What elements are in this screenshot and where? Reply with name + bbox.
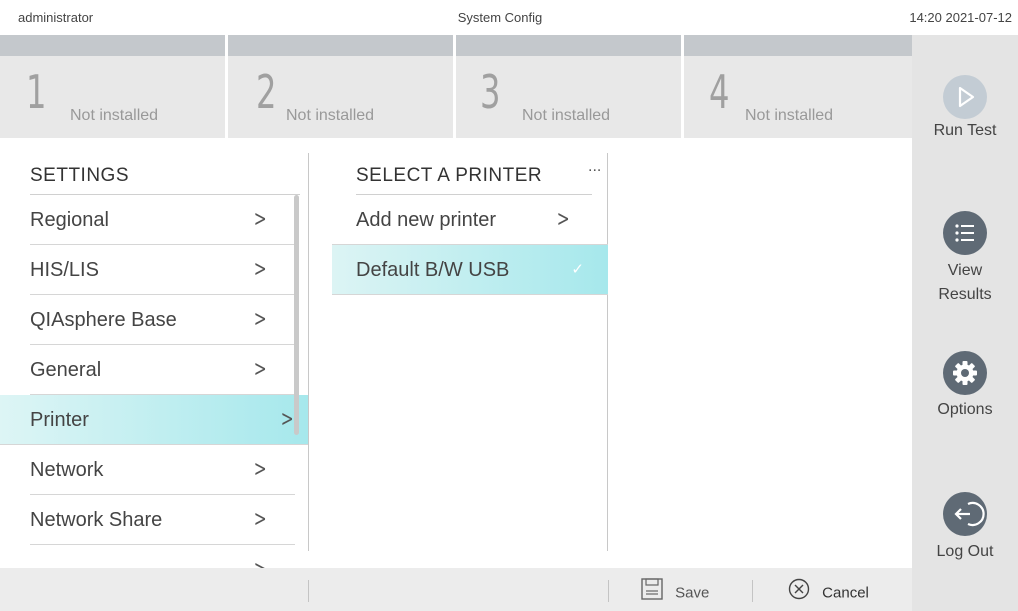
module-number: 3 xyxy=(480,65,501,119)
chevron-right-icon: > xyxy=(253,545,266,568)
settings-item-his-lis[interactable]: HIS/LIS > xyxy=(30,245,295,295)
settings-heading: SETTINGS xyxy=(30,151,300,195)
module-tab-4[interactable]: 4 Not installed xyxy=(684,35,912,138)
options-label: Options xyxy=(937,401,993,418)
check-icon: ✓ xyxy=(571,261,584,278)
logout-icon xyxy=(943,492,987,536)
module-number: 4 xyxy=(709,65,730,119)
cancel-icon xyxy=(788,578,810,609)
chevron-right-icon: > xyxy=(253,357,267,382)
chevron-right-icon: > xyxy=(253,207,267,232)
settings-item-regional[interactable]: Regional > xyxy=(30,195,295,245)
window-title: System Config xyxy=(457,10,543,25)
settings-item-general[interactable]: General > xyxy=(30,345,295,395)
module-number: 1 xyxy=(26,65,47,119)
module-status: Not installed xyxy=(70,107,159,124)
gear-icon xyxy=(943,351,987,395)
module-tab-2[interactable]: 2 Not installed xyxy=(228,35,456,138)
module-status: Not installed xyxy=(745,107,834,124)
chevron-right-icon: > xyxy=(280,407,294,432)
more-options-icon[interactable]: ... xyxy=(588,158,601,176)
module-tab-1[interactable]: 1 Not installed xyxy=(0,35,228,138)
printer-heading: SELECT A PRINTER xyxy=(356,151,592,195)
column-divider xyxy=(308,153,309,551)
settings-item-label: Network xyxy=(30,459,104,481)
module-status-strip xyxy=(228,35,453,56)
action-bar: Save Cancel xyxy=(0,568,912,611)
settings-item-partial[interactable]: > xyxy=(30,545,295,568)
chevron-right-icon: > xyxy=(253,307,267,332)
footer-divider xyxy=(608,580,609,602)
settings-item-label: QIAsphere Base xyxy=(30,309,177,331)
cancel-label: Cancel xyxy=(822,584,869,602)
printer-item-label: Default B/W USB xyxy=(356,259,510,281)
module-status-strip xyxy=(0,35,225,56)
settings-item-network[interactable]: Network > xyxy=(30,445,295,495)
printer-item-label: Add new printer xyxy=(356,209,497,231)
module-status-strip xyxy=(684,35,912,56)
chevron-right-icon: > xyxy=(253,257,267,282)
view-results-button[interactable]: View Results xyxy=(912,211,1018,307)
log-out-button[interactable]: Log Out xyxy=(912,492,1018,564)
settings-scrollbar[interactable] xyxy=(294,195,299,435)
save-icon xyxy=(641,578,663,609)
settings-item-network-share[interactable]: Network Share > xyxy=(30,495,295,545)
main-sidebar: Run Test View Results Options Log Out xyxy=(912,35,1018,611)
list-icon xyxy=(943,211,987,255)
footer-divider xyxy=(752,580,753,602)
options-button[interactable]: Options xyxy=(912,351,1018,422)
settings-item-label: General xyxy=(30,359,102,381)
play-icon xyxy=(943,75,987,119)
run-test-label: Run Test xyxy=(933,122,997,139)
module-status: Not installed xyxy=(522,107,611,124)
settings-item-label: HIS/LIS xyxy=(30,259,99,281)
view-results-label-2: Results xyxy=(938,286,992,303)
module-number: 2 xyxy=(256,65,277,119)
printer-panel: SELECT A PRINTER ... Add new printer > D… xyxy=(310,138,608,558)
log-out-label: Log Out xyxy=(936,543,994,560)
save-button[interactable]: Save xyxy=(641,578,709,604)
settings-item-qiasphere-base[interactable]: QIAsphere Base > xyxy=(30,295,295,345)
chevron-right-icon: > xyxy=(253,507,267,532)
module-bar: 1 Not installed 2 Not installed 3 Not in… xyxy=(0,35,912,138)
printer-item-default-bw-usb[interactable]: Default B/W USB ✓ xyxy=(332,245,608,295)
date-time: 14:20 2021-07-12 xyxy=(909,10,1012,25)
settings-item-label: Printer xyxy=(30,409,89,431)
settings-item-label: Network Share xyxy=(30,509,163,531)
module-tab-3[interactable]: 3 Not installed xyxy=(456,35,684,138)
add-new-printer-item[interactable]: Add new printer > xyxy=(332,195,608,245)
module-status-strip xyxy=(456,35,681,56)
module-status: Not installed xyxy=(286,107,375,124)
run-test-button[interactable]: Run Test xyxy=(912,75,1018,143)
settings-item-label: Regional xyxy=(30,209,109,231)
chevron-right-icon: > xyxy=(253,457,267,482)
title-bar: administrator System Config 14:20 2021-0… xyxy=(0,0,1018,35)
footer-divider xyxy=(308,580,309,602)
save-label: Save xyxy=(675,584,710,602)
settings-item-printer[interactable]: Printer > xyxy=(0,395,308,445)
view-results-label-1: View xyxy=(947,262,983,279)
cancel-button[interactable]: Cancel xyxy=(788,578,869,604)
chevron-right-icon: > xyxy=(556,207,570,232)
settings-panel: SETTINGS Regional > HIS/LIS > QIAsphere … xyxy=(0,138,308,568)
